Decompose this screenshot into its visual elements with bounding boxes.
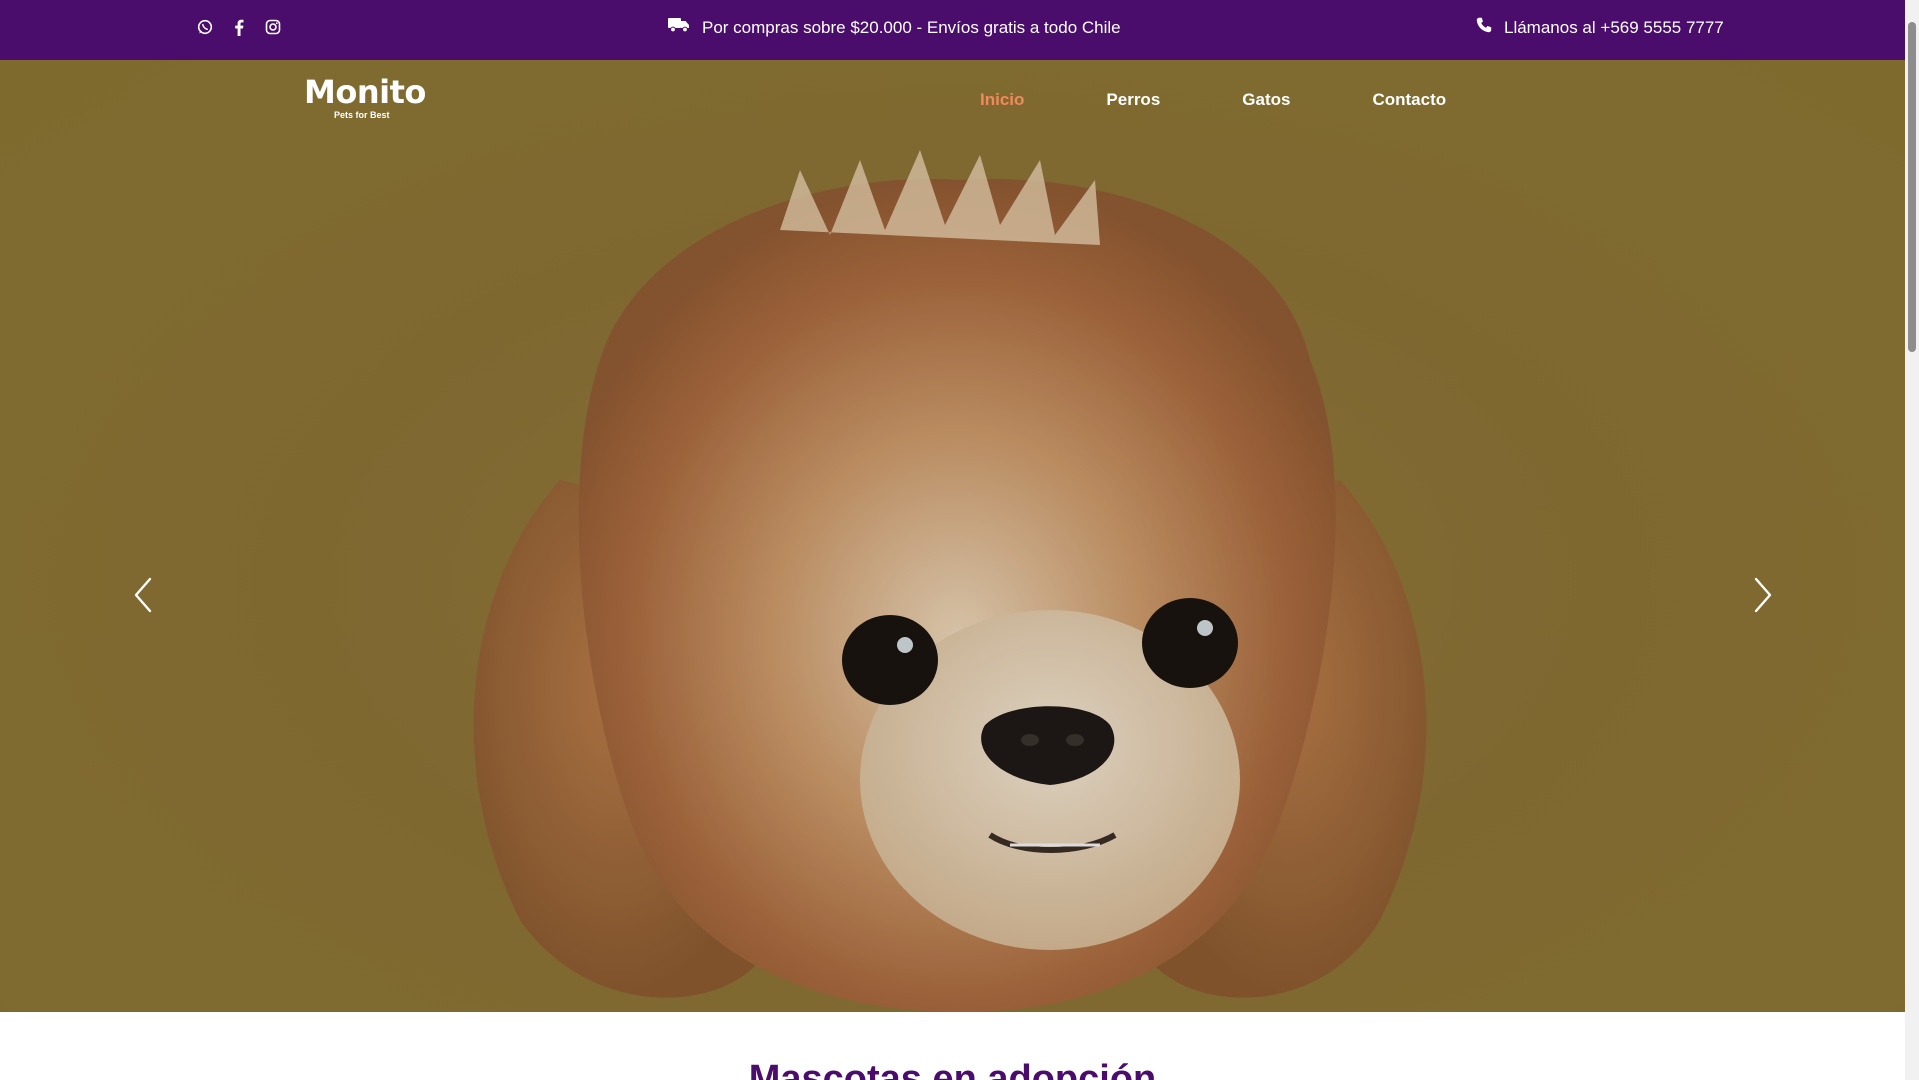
- phone-icon: [1476, 17, 1492, 38]
- adoption-section: Mascotas en adopción: [0, 1012, 1905, 1080]
- scrollbar-thumb[interactable]: [1908, 22, 1916, 352]
- facebook-icon[interactable]: [230, 18, 248, 36]
- instagram-icon[interactable]: [264, 18, 282, 36]
- nav-gatos[interactable]: Gatos: [1242, 90, 1290, 110]
- site-logo[interactable]: Monito Pets for Best: [304, 76, 426, 120]
- carousel-next-button[interactable]: [1750, 575, 1774, 615]
- page-scrollbar[interactable]: [1905, 0, 1919, 1080]
- chevron-left-icon: [134, 577, 152, 613]
- nav-inicio[interactable]: Inicio: [980, 90, 1024, 110]
- hero-carousel: Monito Pets for Best Inicio Perros Gatos…: [0, 60, 1905, 1012]
- promo-text: Por compras sobre $20.000 - Envíos grati…: [702, 17, 1121, 37]
- truck-icon: [668, 17, 690, 38]
- nav-contacto[interactable]: Contacto: [1372, 90, 1446, 110]
- section-title: Mascotas en adopción: [748, 1058, 1157, 1080]
- whatsapp-icon[interactable]: [196, 18, 214, 36]
- top-bar: Por compras sobre $20.000 - Envíos grati…: [0, 0, 1905, 60]
- social-links: [196, 18, 282, 36]
- phone-contact[interactable]: Llámanos al +569 5555 7777: [1476, 17, 1724, 38]
- phone-text: Llámanos al +569 5555 7777: [1504, 17, 1724, 37]
- chevron-right-icon: [1754, 577, 1772, 613]
- hero-dog-image: [0, 60, 1905, 1012]
- carousel-prev-button[interactable]: [132, 575, 156, 615]
- nav-perros[interactable]: Perros: [1106, 90, 1160, 110]
- logo-wordmark: Monito: [304, 73, 426, 111]
- shipping-promo: Por compras sobre $20.000 - Envíos grati…: [668, 17, 1121, 38]
- logo-tagline: Pets for Best: [334, 110, 390, 120]
- main-header: Monito Pets for Best Inicio Perros Gatos…: [0, 60, 1905, 150]
- main-nav: Inicio Perros Gatos Contacto: [980, 90, 1528, 110]
